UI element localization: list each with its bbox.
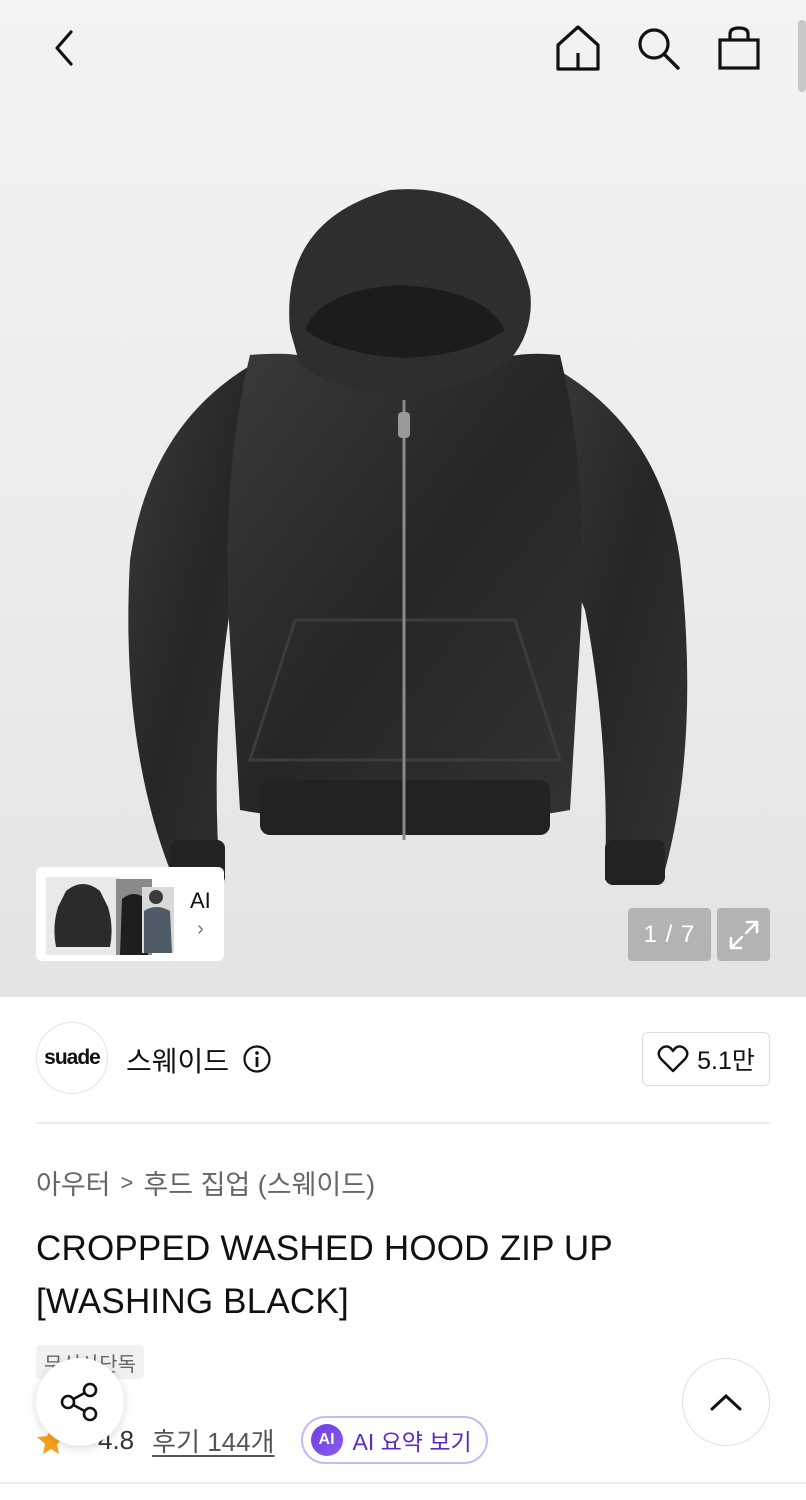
thumbnail-product: [46, 877, 120, 955]
chevron-left-icon: [55, 30, 73, 66]
shopping-bag-icon: [718, 26, 760, 70]
expand-image-button[interactable]: [717, 908, 770, 961]
ai-summary-button[interactable]: AI AI 요약 보기: [300, 1416, 488, 1464]
info-icon[interactable]: [242, 1044, 272, 1074]
home-icon: [556, 25, 600, 71]
thumbnail-strip: [42, 873, 174, 955]
product-title: CROPPED WASHED HOOD ZIP UP [WASHING BLAC…: [36, 1229, 613, 1321]
scroll-to-top-button[interactable]: [682, 1358, 770, 1446]
search-button[interactable]: [630, 20, 686, 76]
ai-styling-link[interactable]: AI ›: [190, 888, 211, 941]
bottom-divider: [0, 1482, 806, 1484]
divider: [36, 1122, 770, 1124]
brand-logo[interactable]: suade: [36, 1022, 108, 1094]
chevron-right-icon: ›: [197, 917, 204, 940]
review-count-link[interactable]: 후기 144개: [152, 1422, 274, 1459]
brand-row: suade 스웨이드 5.1만: [36, 1022, 770, 1098]
ai-styling-thumbnails[interactable]: AI ›: [36, 867, 224, 961]
brand-name[interactable]: 스웨이드: [126, 1040, 229, 1080]
top-navigation-bar: [0, 0, 806, 100]
breadcrumb-subcategory[interactable]: 후드 집업 (스웨이드): [143, 1163, 375, 1202]
share-icon: [60, 1382, 98, 1422]
ai-badge-icon: AI: [310, 1424, 343, 1456]
product-photo: [128, 189, 688, 885]
breadcrumb-separator: >: [120, 1169, 134, 1195]
thumbnail-model-2: [142, 887, 174, 953]
share-button[interactable]: [36, 1358, 124, 1446]
ai-summary-label: AI 요약 보기: [352, 1429, 472, 1455]
back-button[interactable]: [36, 20, 92, 76]
expand-icon: [729, 920, 758, 949]
search-icon: [638, 28, 680, 70]
heart-icon: [657, 1045, 689, 1073]
ai-styling-label: AI: [190, 887, 211, 913]
image-pager: 1 / 7: [628, 908, 711, 961]
home-button[interactable]: [550, 20, 606, 76]
like-count: 5.1만: [697, 1047, 755, 1075]
breadcrumb: 아우터 > 후드 집업 (스웨이드): [36, 1163, 375, 1202]
cart-button[interactable]: [711, 20, 767, 76]
scroll-indicator: [798, 20, 806, 92]
like-button[interactable]: 5.1만: [642, 1032, 770, 1086]
chevron-up-icon: [710, 1394, 742, 1411]
product-image-gallery[interactable]: AI › 1 / 7: [0, 0, 806, 997]
breadcrumb-category[interactable]: 아우터: [36, 1163, 111, 1202]
